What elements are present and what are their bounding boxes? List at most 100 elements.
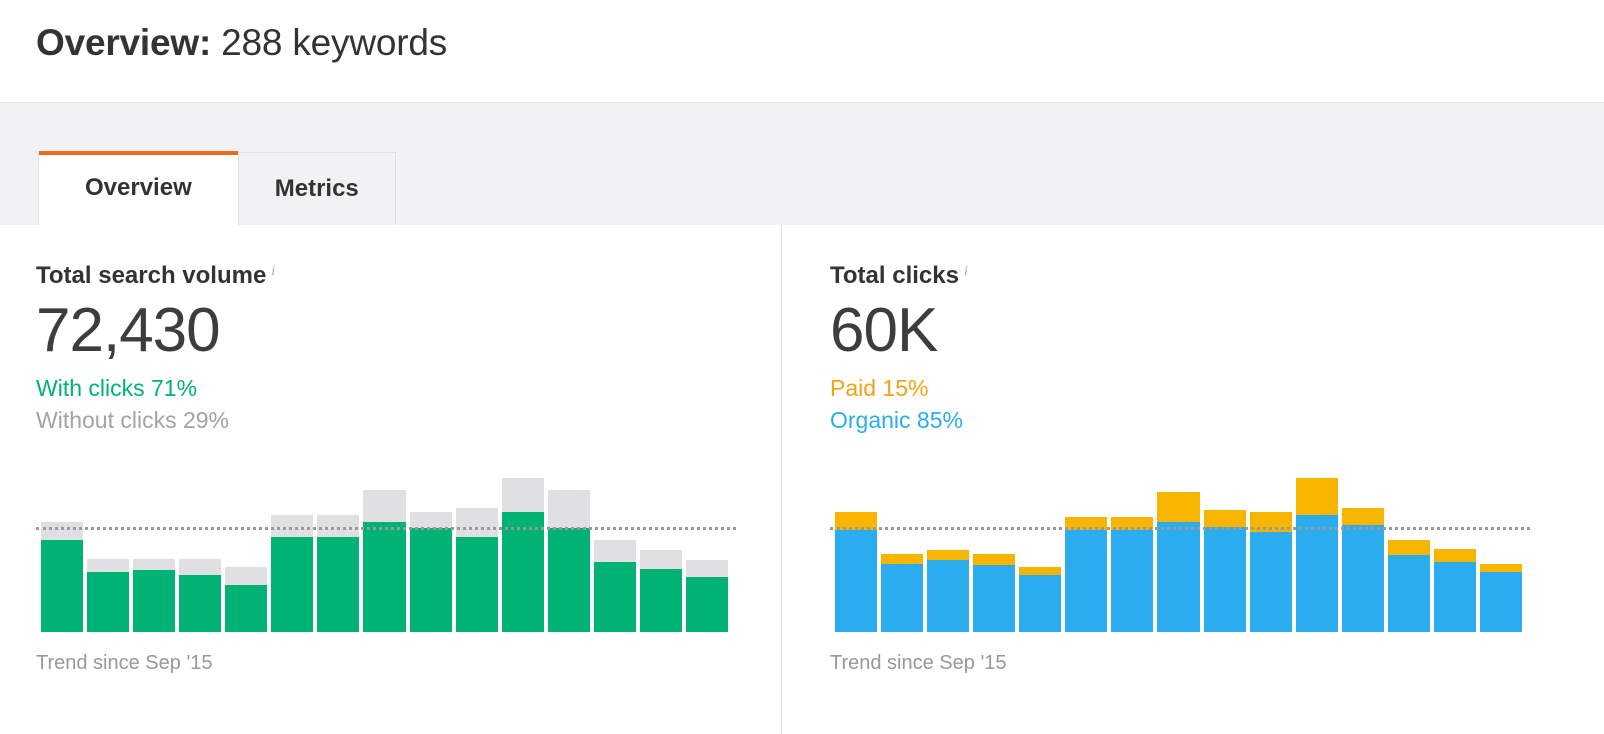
bar-segment-without-clicks [271,515,314,537]
bar-segment-with-clicks [639,568,682,632]
bar-column[interactable] [1065,465,1108,632]
tab-metrics-label: Metrics [274,175,359,202]
bar-segment-paid [1341,508,1384,526]
bar-segment-organic [1387,555,1430,632]
breakdown-with-clicks: With clicks 71% [36,375,198,401]
bar-column[interactable] [1387,465,1430,632]
panels-container: Total search volume i 72,430 With clicks … [0,225,1604,734]
bar-segment-paid [1203,510,1246,527]
breakdown-organic: Organic 85% [830,407,963,433]
breakdown-search-volume: With clicks 71% Without clicks 29% [36,372,781,436]
bar-segment-without-clicks [409,511,452,529]
bar-column[interactable] [87,465,130,632]
bar-segment-with-clicks [271,536,314,632]
tab-overview-label: Overview [85,174,192,201]
bar-column[interactable] [271,465,314,632]
bar-column[interactable] [179,465,222,632]
bar-column[interactable] [685,465,728,632]
bar-column[interactable] [1341,465,1384,632]
breakdown-paid: Paid 15% [830,375,929,401]
metric-label-search-volume-text: Total search volume [36,262,267,289]
bar-segment-with-clicks [133,570,176,632]
bar-column[interactable] [1433,465,1476,632]
bar-column[interactable] [593,465,636,632]
bar-segment-paid [881,553,924,564]
bar-segment-with-clicks [409,528,452,632]
bar-segment-organic [881,563,924,632]
bar-segment-without-clicks [225,566,268,586]
bar-segment-without-clicks [133,558,176,571]
bar-segment-with-clicks [501,511,544,632]
bar-segment-with-clicks [87,571,130,632]
bar-segment-with-clicks [179,575,222,632]
bar-group-search-volume [41,465,728,632]
chart-total-clicks [830,465,1604,637]
bar-segment-organic [1157,521,1200,632]
bar-column[interactable] [1479,465,1522,632]
bar-column[interactable] [639,465,682,632]
bar-segment-without-clicks [685,560,728,577]
info-icon[interactable]: i [964,264,968,279]
bar-segment-with-clicks [547,528,590,632]
bar-segment-without-clicks [501,478,544,512]
bar-column[interactable] [547,465,590,632]
info-icon[interactable]: i [271,264,275,279]
bar-column[interactable] [1203,465,1246,632]
bar-column[interactable] [501,465,544,632]
tab-bar: Overview Metrics [0,103,1604,225]
bar-segment-organic [1433,561,1476,632]
bar-segment-paid [927,550,970,561]
bar-column[interactable] [363,465,406,632]
page-header: Overview: 288 keywords [0,0,1604,103]
bar-segment-organic [835,530,878,632]
chart-total-search-volume [36,465,781,637]
bar-segment-with-clicks [317,536,360,632]
page-title-light: 288 keywords [221,22,448,63]
bar-column[interactable] [41,465,84,632]
bar-column[interactable] [317,465,360,632]
bar-column[interactable] [1157,465,1200,632]
page-title: Overview: 288 keywords [36,18,1604,68]
bar-segment-paid [973,553,1016,566]
bar-column[interactable] [455,465,498,632]
bar-segment-paid [1111,516,1154,531]
bar-segment-with-clicks [593,561,636,632]
bar-segment-paid [835,511,878,531]
bar-segment-without-clicks [639,550,682,569]
bar-segment-without-clicks [547,490,590,529]
chart-caption-total-clicks: Trend since Sep '15 [830,652,1007,674]
bar-column[interactable] [881,465,924,632]
bar-column[interactable] [1249,465,1292,632]
bar-column[interactable] [1111,465,1154,632]
bar-column[interactable] [835,465,878,632]
bar-segment-with-clicks [685,576,728,632]
bar-segment-paid [1249,511,1292,532]
metric-label-total-clicks-text: Total clicks [830,262,959,289]
bar-segment-without-clicks [363,490,406,522]
chart-plot-total-clicks [830,465,1530,632]
bar-segment-organic [1065,530,1108,632]
bar-column[interactable] [133,465,176,632]
page-title-strong: Overview: [36,22,212,63]
bar-column[interactable] [927,465,970,632]
bar-segment-paid [1433,548,1476,562]
bar-column[interactable] [409,465,452,632]
bar-segment-organic [1111,530,1154,632]
bar-segment-paid [1065,516,1108,531]
chart-plot-search-volume [36,465,736,632]
tab-overview[interactable]: Overview [38,151,239,225]
bar-column[interactable] [973,465,1016,632]
tab-metrics[interactable]: Metrics [237,152,396,225]
bar-segment-with-clicks [225,585,268,632]
bar-segment-without-clicks [455,508,498,537]
bar-segment-without-clicks [87,558,130,572]
breakdown-total-clicks: Paid 15% Organic 85% [830,372,1604,436]
bar-segment-paid [1387,540,1430,556]
bar-column[interactable] [225,465,268,632]
metric-label-search-volume: Total search volume i [36,258,781,290]
metric-value-search-volume: 72,430 [36,296,221,365]
bar-segment-organic [1479,571,1522,632]
bar-segment-organic [1249,531,1292,632]
bar-column[interactable] [1295,465,1338,632]
bar-column[interactable] [1019,465,1062,632]
